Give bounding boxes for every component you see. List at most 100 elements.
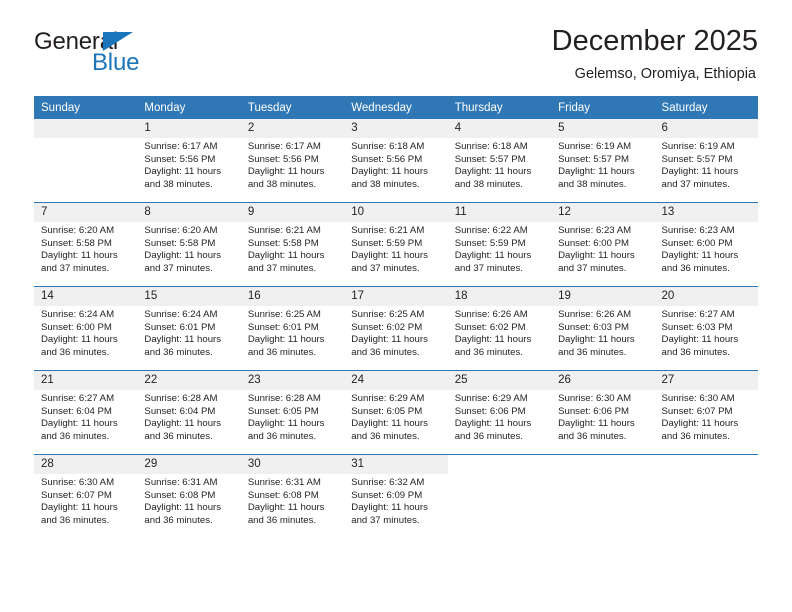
sunrise-text: Sunrise: 6:20 AM bbox=[41, 225, 115, 236]
brand-logo[interactable]: General Blue bbox=[34, 28, 174, 80]
calendar-day-cell[interactable]: 9 Sunrise: 6:21 AM Sunset: 5:58 PM Daylight… bbox=[240, 202, 345, 287]
calendar-day-cell[interactable]: 26 Sunrise: 6:30 AM Sunset: 6:06 PM Dayligh… bbox=[551, 370, 655, 455]
day-number: 17 bbox=[344, 287, 448, 306]
calendar-day-cell[interactable]: 4 Sunrise: 6:18 AM Sunset: 5:57 PM Daylight… bbox=[447, 119, 552, 203]
daylight-text: Daylight: 11 hours and 37 minutes. bbox=[351, 250, 428, 274]
sunset-text: Sunset: 6:06 PM bbox=[454, 405, 526, 417]
calendar-day-cell[interactable]: 25 Sunrise: 6:29 AM Sunset: 6:06 PM Dayligh… bbox=[447, 370, 552, 455]
sunrise-text: Sunrise: 6:23 AM bbox=[661, 225, 735, 236]
calendar-day-cell[interactable]: 8 Sunrise: 6:20 AM Sunset: 5:58 PM Daylight… bbox=[137, 202, 241, 287]
sunrise-text: Sunrise: 6:28 AM bbox=[247, 393, 321, 404]
sunset-text: Sunset: 5:56 PM bbox=[351, 153, 423, 165]
calendar-day-cell[interactable]: 30 Sunrise: 6:31 AM Sunset: 6:08 PM Dayligh… bbox=[240, 454, 345, 538]
calendar-day-cell[interactable]: 29 Sunrise: 6:31 AM Sunset: 6:08 PM Dayligh… bbox=[137, 454, 241, 538]
sunset-text: Sunset: 6:05 PM bbox=[351, 405, 423, 417]
day-details: Sunrise: 6:30 AM Sunset: 6:07 PM Daylight:… bbox=[655, 390, 758, 443]
sunrise-text: Sunrise: 6:26 AM bbox=[558, 309, 632, 320]
day-number: 19 bbox=[551, 287, 655, 306]
calendar-day-cell[interactable]: 28 Sunrise: 6:30 AM Sunset: 6:07 PM Dayligh… bbox=[34, 454, 138, 538]
calendar-day-cell[interactable]: 27 Sunrise: 6:30 AM Sunset: 6:07 PM Dayligh… bbox=[654, 370, 758, 455]
day-details: Sunrise: 6:31 AM Sunset: 6:08 PM Daylight:… bbox=[137, 474, 240, 527]
calendar-day-cell[interactable] bbox=[34, 119, 138, 203]
daylight-text: Daylight: 11 hours and 36 minutes. bbox=[661, 250, 739, 274]
sunset-text: Sunset: 5:56 PM bbox=[144, 153, 216, 165]
day-cell-inner: 30 Sunrise: 6:31 AM Sunset: 6:08 PM Dayligh… bbox=[240, 455, 345, 538]
sunset-text: Sunset: 6:04 PM bbox=[144, 405, 216, 417]
calendar-day-cell[interactable]: 3 Sunrise: 6:18 AM Sunset: 5:56 PM Daylight… bbox=[344, 119, 448, 203]
sunrise-text: Sunrise: 6:24 AM bbox=[41, 309, 115, 320]
sunset-text: Sunset: 5:57 PM bbox=[661, 153, 733, 165]
calendar-day-cell[interactable] bbox=[551, 454, 655, 538]
weekday-header-row: Sunday Monday Tuesday Wednesday Thursday… bbox=[34, 96, 758, 119]
day-details: Sunrise: 6:23 AM Sunset: 6:00 PM Daylight:… bbox=[551, 222, 654, 275]
day-number: 30 bbox=[240, 455, 345, 474]
day-cell-inner: 22 Sunrise: 6:28 AM Sunset: 6:04 PM Dayligh… bbox=[137, 371, 241, 454]
day-details: Sunrise: 6:26 AM Sunset: 6:03 PM Daylight:… bbox=[551, 306, 654, 359]
day-details: Sunrise: 6:18 AM Sunset: 5:56 PM Daylight:… bbox=[344, 138, 447, 191]
day-number: 28 bbox=[34, 455, 138, 474]
sunrise-text: Sunrise: 6:32 AM bbox=[351, 477, 425, 488]
day-cell-inner: 8 Sunrise: 6:20 AM Sunset: 5:58 PM Daylight… bbox=[137, 203, 241, 286]
daylight-text: Daylight: 11 hours and 36 minutes. bbox=[558, 334, 635, 358]
calendar-day-cell[interactable]: 6 Sunrise: 6:19 AM Sunset: 5:57 PM Daylight… bbox=[654, 119, 758, 203]
daylight-text: Daylight: 11 hours and 36 minutes. bbox=[247, 502, 325, 526]
day-cell-inner: 2 Sunrise: 6:17 AM Sunset: 5:56 PM Daylight… bbox=[240, 119, 345, 202]
calendar-day-cell[interactable]: 2 Sunrise: 6:17 AM Sunset: 5:56 PM Daylight… bbox=[240, 119, 345, 203]
calendar-day-cell[interactable]: 15 Sunrise: 6:24 AM Sunset: 6:01 PM Dayligh… bbox=[137, 286, 241, 371]
day-details: Sunrise: 6:17 AM Sunset: 5:56 PM Daylight:… bbox=[241, 138, 344, 191]
calendar-day-cell[interactable]: 18 Sunrise: 6:26 AM Sunset: 6:02 PM Dayligh… bbox=[447, 286, 552, 371]
day-details: Sunrise: 6:24 AM Sunset: 6:01 PM Daylight:… bbox=[137, 306, 240, 359]
day-details: Sunrise: 6:32 AM Sunset: 6:09 PM Daylight:… bbox=[344, 474, 447, 527]
calendar-day-cell[interactable]: 17 Sunrise: 6:25 AM Sunset: 6:02 PM Dayligh… bbox=[344, 286, 448, 371]
sunrise-text: Sunrise: 6:30 AM bbox=[558, 393, 632, 404]
calendar-day-cell[interactable]: 19 Sunrise: 6:26 AM Sunset: 6:03 PM Dayligh… bbox=[551, 286, 655, 371]
calendar-day-cell[interactable]: 10 Sunrise: 6:21 AM Sunset: 5:59 PM Dayligh… bbox=[344, 202, 448, 287]
weekday-header-monday: Monday bbox=[137, 96, 241, 119]
sunset-text: Sunset: 6:00 PM bbox=[41, 321, 112, 333]
weekday-header-saturday: Saturday bbox=[654, 96, 758, 119]
sunset-text: Sunset: 6:04 PM bbox=[41, 405, 112, 417]
day-number bbox=[551, 455, 655, 474]
day-cell-inner: 7 Sunrise: 6:20 AM Sunset: 5:58 PM Daylight… bbox=[34, 203, 138, 286]
daylight-text: Daylight: 11 hours and 36 minutes. bbox=[454, 418, 532, 442]
calendar-day-cell[interactable]: 7 Sunrise: 6:20 AM Sunset: 5:58 PM Daylight… bbox=[34, 202, 138, 287]
sunset-text: Sunset: 5:58 PM bbox=[41, 237, 112, 249]
sunrise-text: Sunrise: 6:31 AM bbox=[247, 477, 321, 488]
calendar-day-cell[interactable] bbox=[654, 454, 758, 538]
calendar-day-cell[interactable] bbox=[447, 454, 552, 538]
daylight-text: Daylight: 11 hours and 37 minutes. bbox=[144, 250, 222, 274]
sunset-text: Sunset: 6:08 PM bbox=[247, 489, 319, 501]
day-details: Sunrise: 6:22 AM Sunset: 5:59 PM Daylight:… bbox=[448, 222, 551, 275]
day-cell-inner: 27 Sunrise: 6:30 AM Sunset: 6:07 PM Dayligh… bbox=[654, 371, 758, 454]
sunrise-text: Sunrise: 6:17 AM bbox=[247, 141, 321, 152]
calendar-day-cell[interactable]: 11 Sunrise: 6:22 AM Sunset: 5:59 PM Dayligh… bbox=[447, 202, 552, 287]
calendar-day-cell[interactable]: 1 Sunrise: 6:17 AM Sunset: 5:56 PM Daylight… bbox=[137, 119, 241, 203]
sunrise-text: Sunrise: 6:30 AM bbox=[661, 393, 735, 404]
day-cell-inner: 21 Sunrise: 6:27 AM Sunset: 6:04 PM Dayligh… bbox=[34, 371, 138, 454]
day-details: Sunrise: 6:25 AM Sunset: 6:02 PM Daylight:… bbox=[344, 306, 447, 359]
calendar-day-cell[interactable]: 21 Sunrise: 6:27 AM Sunset: 6:04 PM Dayligh… bbox=[34, 370, 138, 455]
calendar-day-cell[interactable]: 20 Sunrise: 6:27 AM Sunset: 6:03 PM Dayligh… bbox=[654, 286, 758, 371]
calendar-day-cell[interactable]: 14 Sunrise: 6:24 AM Sunset: 6:00 PM Dayligh… bbox=[34, 286, 138, 371]
sunrise-text: Sunrise: 6:25 AM bbox=[351, 309, 425, 320]
sunset-text: Sunset: 5:59 PM bbox=[454, 237, 526, 249]
sunrise-text: Sunrise: 6:21 AM bbox=[247, 225, 321, 236]
calendar-day-cell[interactable]: 22 Sunrise: 6:28 AM Sunset: 6:04 PM Dayligh… bbox=[137, 370, 241, 455]
day-details: Sunrise: 6:21 AM Sunset: 5:59 PM Daylight:… bbox=[344, 222, 447, 275]
day-cell-inner: 13 Sunrise: 6:23 AM Sunset: 6:00 PM Dayligh… bbox=[654, 203, 758, 286]
sunset-text: Sunset: 5:58 PM bbox=[144, 237, 216, 249]
calendar-day-cell[interactable]: 24 Sunrise: 6:29 AM Sunset: 6:05 PM Dayligh… bbox=[344, 370, 448, 455]
calendar-day-cell[interactable]: 12 Sunrise: 6:23 AM Sunset: 6:00 PM Dayligh… bbox=[551, 202, 655, 287]
day-number: 27 bbox=[654, 371, 758, 390]
calendar-day-cell[interactable]: 31 Sunrise: 6:32 AM Sunset: 6:09 PM Dayligh… bbox=[344, 454, 448, 538]
day-number: 1 bbox=[137, 119, 241, 138]
calendar-day-cell[interactable]: 5 Sunrise: 6:19 AM Sunset: 5:57 PM Daylight… bbox=[551, 119, 655, 203]
day-cell-inner: 25 Sunrise: 6:29 AM Sunset: 6:06 PM Dayligh… bbox=[447, 371, 552, 454]
calendar-day-cell[interactable]: 16 Sunrise: 6:25 AM Sunset: 6:01 PM Dayligh… bbox=[240, 286, 345, 371]
sunset-text: Sunset: 6:02 PM bbox=[351, 321, 423, 333]
calendar-day-cell[interactable]: 13 Sunrise: 6:23 AM Sunset: 6:00 PM Dayligh… bbox=[654, 202, 758, 287]
calendar-day-cell[interactable]: 23 Sunrise: 6:28 AM Sunset: 6:05 PM Dayligh… bbox=[240, 370, 345, 455]
day-details: Sunrise: 6:28 AM Sunset: 6:05 PM Daylight:… bbox=[241, 390, 344, 443]
sunrise-text: Sunrise: 6:27 AM bbox=[661, 309, 735, 320]
day-number: 3 bbox=[344, 119, 448, 138]
